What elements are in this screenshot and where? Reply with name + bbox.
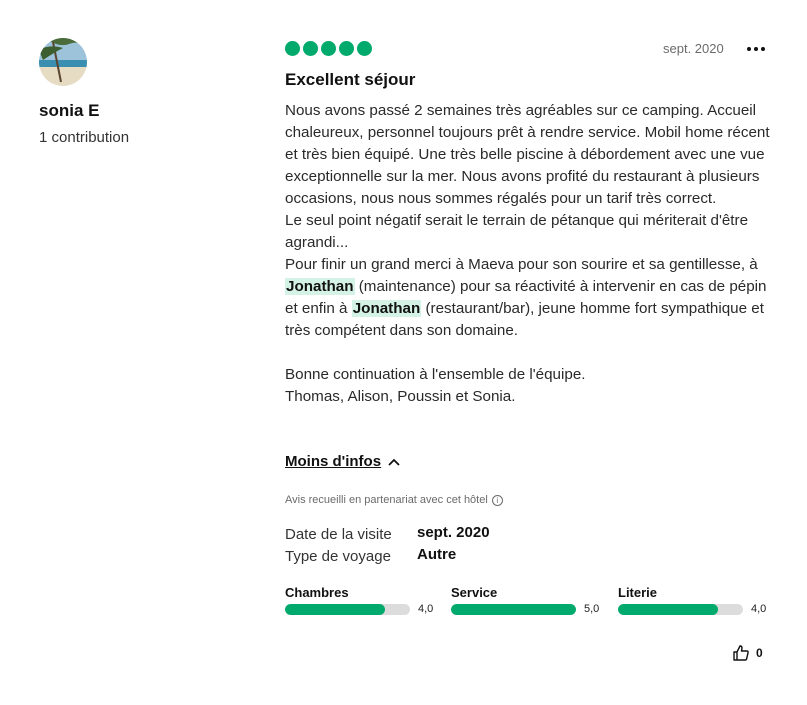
less-info-button[interactable]: Moins d'infos — [285, 453, 401, 470]
sub-rating-value: 4,0 — [418, 603, 434, 615]
sub-rating-chambres: Chambres 4,0 — [285, 585, 435, 615]
rating-bubble-icon — [321, 41, 336, 56]
sub-rating-bar — [451, 603, 576, 615]
review-paragraph: Le seul point négatif serait le terrain … — [285, 212, 749, 251]
sub-rating-fill — [618, 603, 718, 615]
sub-rating-bar — [618, 603, 743, 615]
highlighted-name: Jonathan — [285, 278, 355, 295]
sub-rating-value: 5,0 — [584, 603, 600, 615]
review-paragraph: Nous avons passé 2 semaines très agréabl… — [285, 102, 770, 207]
highlighted-name: Jonathan — [351, 300, 422, 317]
helpful-count: 0 — [756, 646, 763, 660]
visit-date-label: Date de la visite — [285, 526, 392, 543]
avatar[interactable] — [39, 38, 87, 86]
trip-type-label: Type de voyage — [285, 548, 391, 565]
visit-date-value: sept. 2020 — [417, 524, 490, 541]
sub-rating-bar — [285, 603, 410, 615]
user-name[interactable]: sonia E — [39, 101, 99, 121]
less-info-label: Moins d'infos — [285, 453, 382, 470]
sub-rating-label: Chambres — [285, 585, 349, 600]
review-title: Excellent séjour — [285, 70, 416, 89]
chevron-up-icon — [388, 458, 400, 466]
sub-rating-service: Service 5,0 — [451, 585, 601, 615]
rating-bubble-icon — [303, 41, 318, 56]
rating-bubble-icon — [357, 41, 372, 56]
review-paragraph: Pour finir un grand merci à Maeva pour s… — [285, 256, 767, 339]
trip-type-value: Autre — [417, 546, 457, 563]
review-body: Nous avons passé 2 semaines très agréabl… — [285, 100, 770, 408]
info-icon[interactable]: i — [491, 494, 503, 506]
partner-note: Avis recueilli en partenariat avec cet h… — [285, 494, 503, 506]
helpful-vote-button[interactable]: 0 — [732, 644, 763, 662]
contribution-count: 1 contribution — [39, 129, 130, 146]
sub-rating-fill — [285, 603, 385, 615]
sub-rating-label: Literie — [618, 585, 658, 600]
more-options-icon[interactable] — [747, 40, 767, 58]
sub-rating-label: Service — [451, 585, 498, 600]
review-paragraph: Thomas, Alison, Poussin et Sonia. — [285, 388, 516, 405]
sub-rating-fill — [451, 603, 576, 615]
review-date: sept. 2020 — [663, 41, 724, 56]
rating-bubble-icon — [339, 41, 354, 56]
sub-rating-literie: Literie 4,0 — [618, 585, 768, 615]
bubble-rating — [285, 41, 372, 56]
review-paragraph: Bonne continuation à l'ensemble de l'équ… — [285, 366, 586, 383]
rating-bubble-icon — [285, 41, 300, 56]
sub-rating-value: 4,0 — [751, 603, 767, 615]
thumbs-up-icon — [733, 645, 749, 661]
